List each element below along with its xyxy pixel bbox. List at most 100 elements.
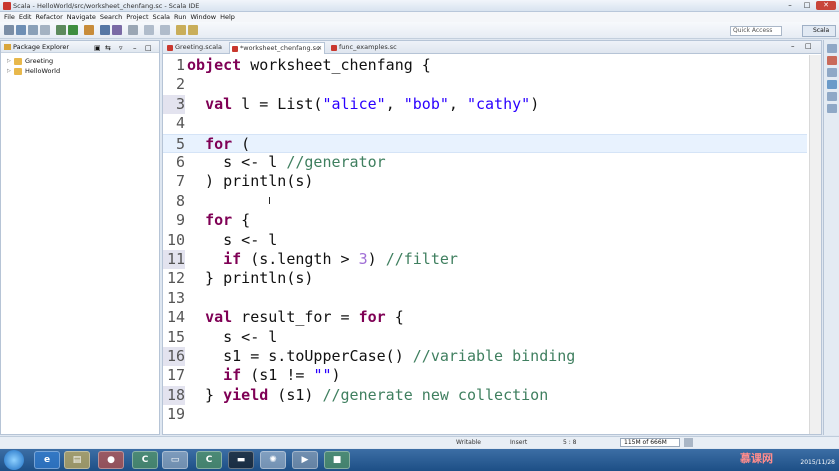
new-icon[interactable] bbox=[4, 25, 14, 35]
prev-annotation-icon[interactable] bbox=[160, 25, 170, 35]
start-button[interactable] bbox=[4, 450, 24, 470]
code-token: s <- l bbox=[187, 230, 278, 249]
code-line[interactable]: 2 bbox=[163, 75, 807, 94]
menu-project[interactable]: Project bbox=[126, 12, 148, 22]
code-line[interactable]: 14 val result_for = for { bbox=[163, 308, 807, 327]
menu-run[interactable]: Run bbox=[174, 12, 186, 22]
tab-greeting[interactable]: Greeting.scala bbox=[165, 42, 225, 54]
chrome-icon[interactable]: ● bbox=[98, 451, 124, 469]
outline-icon[interactable] bbox=[827, 80, 837, 89]
code-token: worksheet_chenfang { bbox=[241, 56, 431, 74]
code-text: s <- l //generator bbox=[187, 153, 386, 172]
code-line[interactable]: 9 for { bbox=[163, 211, 807, 230]
new-project-icon[interactable] bbox=[100, 25, 110, 35]
tasks-icon[interactable] bbox=[827, 92, 837, 101]
scala-ide-icon[interactable]: C bbox=[132, 451, 158, 469]
search-icon[interactable] bbox=[128, 25, 138, 35]
menu-refactor[interactable]: Refactor bbox=[35, 12, 62, 22]
maximize-view-icon[interactable]: □ bbox=[145, 42, 152, 54]
app-icon[interactable]: ■ bbox=[324, 451, 350, 469]
quick-access-input[interactable]: Quick Access bbox=[730, 26, 782, 36]
code-line[interactable]: 13 bbox=[163, 289, 807, 308]
minimize-view-icon[interactable]: – bbox=[133, 42, 137, 54]
terminal-icon[interactable]: C bbox=[196, 451, 222, 469]
code-token: } println(s) bbox=[187, 269, 314, 288]
view-menu-icon[interactable]: ▿ bbox=[119, 42, 123, 54]
run-icon[interactable] bbox=[68, 25, 78, 35]
code-line[interactable]: 11 if (s.length > 3) //filter bbox=[163, 250, 807, 270]
code-line[interactable]: 18 } yield (s1) //generate new collectio… bbox=[163, 385, 807, 406]
tree-item-helloworld[interactable]: ▷ HelloWorld bbox=[1, 66, 159, 76]
code-line[interactable]: 4 bbox=[163, 114, 807, 133]
problems-icon[interactable] bbox=[827, 56, 837, 65]
ie-icon[interactable]: e bbox=[34, 451, 60, 469]
garbage-collect-icon[interactable] bbox=[684, 438, 693, 447]
menu-file[interactable]: File bbox=[4, 12, 15, 22]
memory-usage[interactable]: 115M of 666M bbox=[620, 438, 680, 447]
code-text: val result_for = for { bbox=[187, 308, 404, 327]
scala-ide-2-icon[interactable]: ▭ bbox=[162, 451, 188, 469]
external-tools-icon[interactable] bbox=[84, 25, 94, 35]
code-line[interactable]: 12 } println(s) bbox=[163, 269, 807, 288]
back-icon[interactable] bbox=[176, 25, 186, 35]
menu-scala[interactable]: Scala bbox=[153, 12, 170, 22]
maximize-button[interactable]: □ bbox=[800, 1, 814, 10]
javadoc-icon[interactable] bbox=[827, 104, 837, 113]
link-editor-icon[interactable]: ⇆ bbox=[105, 42, 111, 54]
tree-item-label: Greeting bbox=[25, 57, 54, 65]
console-icon[interactable] bbox=[827, 68, 837, 77]
code-token: for bbox=[358, 308, 386, 327]
minimize-editor-icon[interactable]: – bbox=[791, 42, 795, 50]
code-line[interactable]: 8 bbox=[163, 192, 807, 211]
code-line[interactable]: 7 ) println(s) bbox=[163, 172, 807, 191]
code-line[interactable]: 15 s <- l bbox=[163, 328, 807, 347]
code-line[interactable]: 16 s1 = s.toUpperCase() //variable bindi… bbox=[163, 347, 807, 367]
save-all-icon[interactable] bbox=[28, 25, 38, 35]
settings-icon[interactable]: ✺ bbox=[260, 451, 286, 469]
menu-search[interactable]: Search bbox=[100, 12, 122, 22]
tab-worksheet-chenfang[interactable]: *worksheet_chenfang.sc ✕ bbox=[229, 42, 325, 54]
close-button[interactable]: ✕ bbox=[816, 1, 836, 10]
code-line[interactable]: 17 if (s1 != "") bbox=[163, 366, 807, 385]
forward-icon[interactable] bbox=[188, 25, 198, 35]
code-line[interactable]: 5 for ( bbox=[163, 133, 807, 153]
minimize-button[interactable]: – bbox=[783, 1, 797, 10]
code-text: val l = List("alice", "bob", "cathy") bbox=[187, 95, 539, 114]
menu-navigate[interactable]: Navigate bbox=[67, 12, 96, 22]
menu-window[interactable]: Window bbox=[190, 12, 216, 22]
code-line[interactable]: 19 bbox=[163, 405, 807, 424]
line-number: 7 bbox=[175, 172, 185, 191]
vertical-scrollbar[interactable] bbox=[809, 55, 821, 434]
tree-item-greeting[interactable]: ▷ Greeting bbox=[1, 56, 159, 66]
line-number: 11 bbox=[163, 250, 185, 270]
print-icon[interactable] bbox=[40, 25, 50, 35]
menu-edit[interactable]: Edit bbox=[19, 12, 32, 22]
expand-arrow-icon[interactable]: ▷ bbox=[7, 66, 11, 76]
code-line[interactable]: 1 object worksheet_chenfang { bbox=[163, 56, 807, 75]
code-text: } yield (s1) //generate new collection bbox=[187, 386, 548, 405]
tab-func-examples[interactable]: func_examples.sc bbox=[329, 42, 403, 54]
debug-icon[interactable] bbox=[56, 25, 66, 35]
close-tab-icon[interactable]: ✕ bbox=[317, 43, 322, 54]
expand-arrow-icon[interactable]: ▷ bbox=[7, 56, 11, 66]
media-icon[interactable]: ▶ bbox=[292, 451, 318, 469]
code-token: (s1) bbox=[268, 385, 323, 404]
code-token: s <- l bbox=[187, 327, 278, 346]
collapse-all-icon[interactable]: ▣ bbox=[94, 42, 101, 54]
menu-help[interactable]: Help bbox=[220, 12, 235, 22]
code-line[interactable]: 3 val l = List("alice", "bob", "cathy") bbox=[163, 94, 807, 115]
code-line[interactable]: 10 s <- l bbox=[163, 231, 807, 250]
save-icon[interactable] bbox=[16, 25, 26, 35]
code-token: s1 = s.toUpperCase() bbox=[187, 347, 413, 365]
console-app-icon[interactable]: ▬ bbox=[228, 451, 254, 469]
maximize-editor-icon[interactable]: □ bbox=[805, 42, 812, 50]
open-type-icon[interactable] bbox=[112, 25, 122, 35]
ide-window: Scala - HelloWorld/src/worksheet_chenfan… bbox=[0, 0, 839, 471]
restore-icon[interactable] bbox=[827, 44, 837, 53]
folder-icon[interactable]: ▤ bbox=[64, 451, 90, 469]
next-annotation-icon[interactable] bbox=[144, 25, 154, 35]
code-line[interactable]: 6 s <- l //generator bbox=[163, 153, 807, 172]
code-editor[interactable]: 1 object worksheet_chenfang {2 3 val l = L… bbox=[163, 56, 807, 434]
scala-perspective-button[interactable]: Scala bbox=[802, 25, 836, 37]
